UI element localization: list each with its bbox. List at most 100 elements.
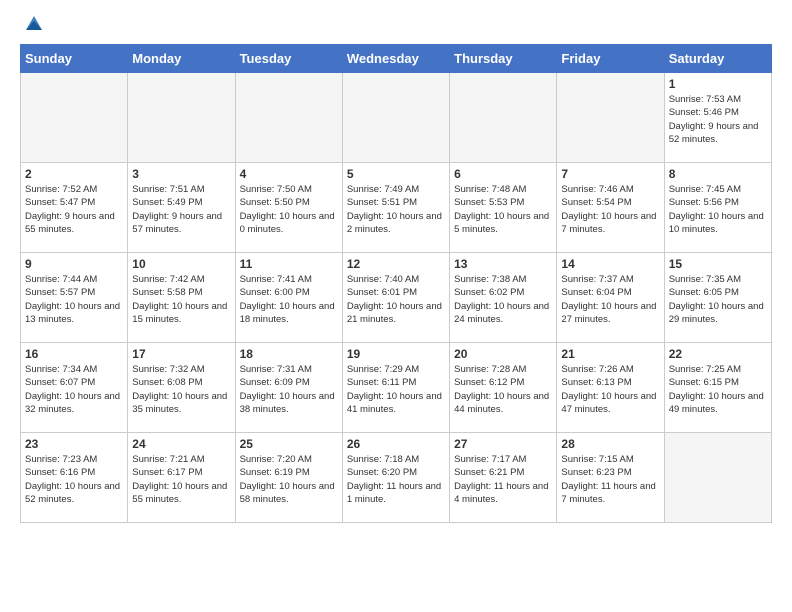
day-header-friday: Friday [557,45,664,73]
logo-icon [22,12,44,34]
day-info: Sunrise: 7:40 AM Sunset: 6:01 PM Dayligh… [347,273,445,326]
calendar-cell: 24Sunrise: 7:21 AM Sunset: 6:17 PM Dayli… [128,433,235,523]
calendar-cell: 15 Sunrise: 7:35 AM Sunset: 6:05 PM Dayli… [664,253,771,343]
calendar-cell: 8 Sunrise: 7:45 AM Sunset: 5:56 PM Daylig… [664,163,771,253]
day-info: Sunrise: 7:50 AM Sunset: 5:50 PM Dayligh… [240,183,338,236]
day-info: Sunrise: 7:32 AM Sunset: 6:08 PM Dayligh… [132,363,230,416]
day-number: 19 [347,347,445,361]
calendar-cell: 14Sunrise: 7:37 AM Sunset: 6:04 PM Dayli… [557,253,664,343]
day-info: Sunrise: 7:49 AM Sunset: 5:51 PM Dayligh… [347,183,445,236]
day-number: 16 [25,347,123,361]
week-row-4: 16 Sunrise: 7:34 AM Sunset: 6:07 PM Dayli… [21,343,772,433]
day-info: Sunrise: 7:18 AM Sunset: 6:20 PM Dayligh… [347,453,445,506]
day-header-tuesday: Tuesday [235,45,342,73]
day-info: Sunrise: 7:48 AM Sunset: 5:53 PM Dayligh… [454,183,552,236]
day-number: 18 [240,347,338,361]
day-number: 28 [561,437,659,451]
logo [20,20,44,34]
day-info: Sunrise: 7:35 AM Sunset: 6:05 PM Dayligh… [669,273,767,326]
calendar-cell: 19 Sunrise: 7:29 AM Sunset: 6:11 PM Dayli… [342,343,449,433]
day-info: Sunrise: 7:17 AM Sunset: 6:21 PM Dayligh… [454,453,552,506]
day-number: 7 [561,167,659,181]
calendar-cell [235,73,342,163]
week-row-3: 9 Sunrise: 7:44 AM Sunset: 5:57 PM Daylig… [21,253,772,343]
calendar-cell: 10 Sunrise: 7:42 AM Sunset: 5:58 PM Dayli… [128,253,235,343]
days-of-week-row: SundayMondayTuesdayWednesdayThursdayFrid… [21,45,772,73]
calendar-cell: 18 Sunrise: 7:31 AM Sunset: 6:09 PM Dayli… [235,343,342,433]
calendar-cell: 3 Sunrise: 7:51 AM Sunset: 5:49 PM Daylig… [128,163,235,253]
day-info: Sunrise: 7:25 AM Sunset: 6:15 PM Dayligh… [669,363,767,416]
calendar-cell: 20 Sunrise: 7:28 AM Sunset: 6:12 PM Dayli… [450,343,557,433]
day-number: 14 [561,257,659,271]
calendar-cell: 28 Sunrise: 7:15 AM Sunset: 6:23 PM Dayli… [557,433,664,523]
day-header-wednesday: Wednesday [342,45,449,73]
day-number: 15 [669,257,767,271]
day-info: Sunrise: 7:28 AM Sunset: 6:12 PM Dayligh… [454,363,552,416]
week-row-5: 23 Sunrise: 7:23 AM Sunset: 6:16 PM Dayli… [21,433,772,523]
week-row-1: 1 Sunrise: 7:53 AM Sunset: 5:46 PM Daylig… [21,73,772,163]
day-info: Sunrise: 7:51 AM Sunset: 5:49 PM Dayligh… [132,183,230,236]
day-number: 17 [132,347,230,361]
day-number: 25 [240,437,338,451]
day-number: 11 [240,257,338,271]
day-info: Sunrise: 7:53 AM Sunset: 5:46 PM Dayligh… [669,93,767,146]
calendar-cell: 7 Sunrise: 7:46 AM Sunset: 5:54 PM Daylig… [557,163,664,253]
calendar-cell: 6 Sunrise: 7:48 AM Sunset: 5:53 PM Daylig… [450,163,557,253]
day-info: Sunrise: 7:15 AM Sunset: 6:23 PM Dayligh… [561,453,659,506]
day-number: 12 [347,257,445,271]
day-info: Sunrise: 7:31 AM Sunset: 6:09 PM Dayligh… [240,363,338,416]
calendar-cell: 12 Sunrise: 7:40 AM Sunset: 6:01 PM Dayli… [342,253,449,343]
day-number: 9 [25,257,123,271]
day-info: Sunrise: 7:41 AM Sunset: 6:00 PM Dayligh… [240,273,338,326]
day-info: Sunrise: 7:46 AM Sunset: 5:54 PM Dayligh… [561,183,659,236]
calendar-cell: 11 Sunrise: 7:41 AM Sunset: 6:00 PM Dayli… [235,253,342,343]
day-header-sunday: Sunday [21,45,128,73]
day-info: Sunrise: 7:29 AM Sunset: 6:11 PM Dayligh… [347,363,445,416]
calendar-cell: 23 Sunrise: 7:23 AM Sunset: 6:16 PM Dayli… [21,433,128,523]
calendar-cell [664,433,771,523]
day-info: Sunrise: 7:45 AM Sunset: 5:56 PM Dayligh… [669,183,767,236]
day-number: 5 [347,167,445,181]
calendar-table: SundayMondayTuesdayWednesdayThursdayFrid… [20,44,772,523]
calendar-cell [450,73,557,163]
day-info: Sunrise: 7:34 AM Sunset: 6:07 PM Dayligh… [25,363,123,416]
day-number: 8 [669,167,767,181]
calendar-cell [557,73,664,163]
day-info: Sunrise: 7:21 AM Sunset: 6:17 PM Dayligh… [132,453,230,506]
day-number: 13 [454,257,552,271]
day-info: Sunrise: 7:42 AM Sunset: 5:58 PM Dayligh… [132,273,230,326]
day-number: 10 [132,257,230,271]
day-number: 23 [25,437,123,451]
week-row-2: 2Sunrise: 7:52 AM Sunset: 5:47 PM Daylig… [21,163,772,253]
day-number: 3 [132,167,230,181]
day-number: 21 [561,347,659,361]
calendar-cell: 13Sunrise: 7:38 AM Sunset: 6:02 PM Dayli… [450,253,557,343]
calendar-cell: 17 Sunrise: 7:32 AM Sunset: 6:08 PM Dayli… [128,343,235,433]
day-info: Sunrise: 7:44 AM Sunset: 5:57 PM Dayligh… [25,273,123,326]
day-header-saturday: Saturday [664,45,771,73]
calendar-cell: 21 Sunrise: 7:26 AM Sunset: 6:13 PM Dayli… [557,343,664,433]
day-header-monday: Monday [128,45,235,73]
calendar-cell: 26 Sunrise: 7:18 AM Sunset: 6:20 PM Dayli… [342,433,449,523]
day-info: Sunrise: 7:20 AM Sunset: 6:19 PM Dayligh… [240,453,338,506]
calendar-cell: 5 Sunrise: 7:49 AM Sunset: 5:51 PM Daylig… [342,163,449,253]
calendar-cell [128,73,235,163]
calendar-cell: 22 Sunrise: 7:25 AM Sunset: 6:15 PM Dayli… [664,343,771,433]
day-info: Sunrise: 7:23 AM Sunset: 6:16 PM Dayligh… [25,453,123,506]
calendar-cell [342,73,449,163]
calendar-cell: 1 Sunrise: 7:53 AM Sunset: 5:46 PM Daylig… [664,73,771,163]
header [20,20,772,34]
day-number: 1 [669,77,767,91]
day-number: 4 [240,167,338,181]
day-info: Sunrise: 7:26 AM Sunset: 6:13 PM Dayligh… [561,363,659,416]
calendar-cell: 2Sunrise: 7:52 AM Sunset: 5:47 PM Daylig… [21,163,128,253]
day-number: 22 [669,347,767,361]
day-number: 26 [347,437,445,451]
day-header-thursday: Thursday [450,45,557,73]
calendar-cell: 9 Sunrise: 7:44 AM Sunset: 5:57 PM Daylig… [21,253,128,343]
calendar-cell: 4 Sunrise: 7:50 AM Sunset: 5:50 PM Daylig… [235,163,342,253]
day-number: 6 [454,167,552,181]
day-number: 20 [454,347,552,361]
day-info: Sunrise: 7:52 AM Sunset: 5:47 PM Dayligh… [25,183,123,236]
calendar-cell: 25 Sunrise: 7:20 AM Sunset: 6:19 PM Dayli… [235,433,342,523]
